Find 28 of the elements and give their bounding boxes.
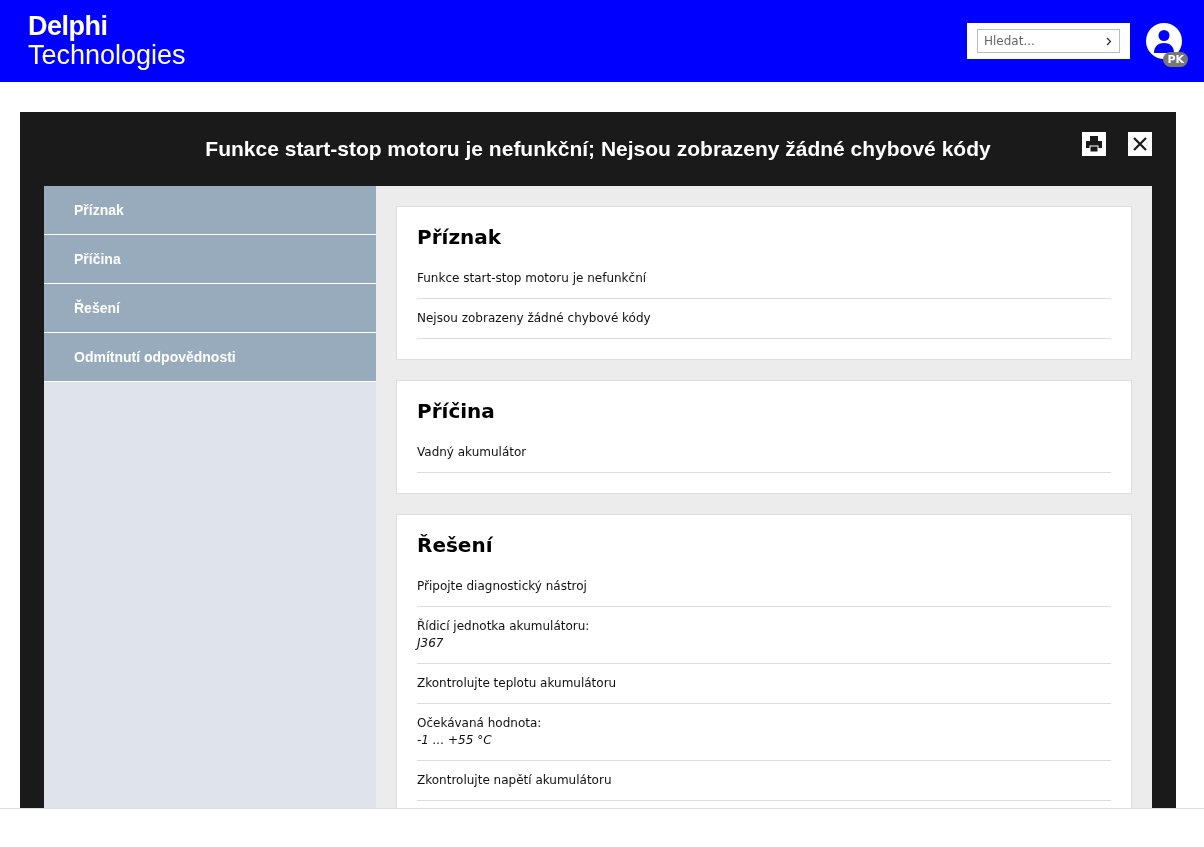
row-text: Zkontrolujte napětí akumulátoru [417,772,613,789]
row-text: Nejsou zobrazeny žádné chybové kódy [417,310,652,327]
row-text: Očekávaná hodnota: [417,715,543,732]
sidebar-item[interactable]: Příčina [44,235,376,284]
row-text: Připojte diagnostický nástroj [417,578,588,595]
logo-text: Delphi [28,13,109,40]
dialog-title: Funkce start-stop motoru je nefunkční; Nejsou zobrazeny žádné chybové kódy [205,137,991,161]
printer-icon [1085,135,1103,153]
row-value: J367 [417,635,445,652]
section-title: Příznak [417,225,503,249]
row-text: Zkontrolujte teplotu akumulátoru [417,675,618,692]
row-value: -1 ... +55 °C [417,732,493,749]
section-title: Příčina [417,399,496,423]
close-button[interactable] [1128,132,1152,156]
row-text: Funkce start-stop motoru je nefunkční [417,270,648,287]
logo-text: Technologies [28,42,186,69]
person-icon [1153,29,1175,53]
chevron-right-icon[interactable] [1106,37,1112,46]
user-initials: PK [1163,52,1188,67]
row-text: Vadný akumulátor [417,444,528,461]
row-text: Řídicí jednotka akumulátoru: [417,618,591,635]
section-title: Řešení [417,533,494,557]
sidebar-item[interactable]: Řešení [44,284,376,333]
sidebar-item[interactable]: Příznak [44,186,376,235]
close-icon [1133,137,1147,151]
print-button[interactable] [1082,132,1106,156]
search-field[interactable]: Hledat... [977,29,1120,53]
sidebar-item[interactable]: Odmítnutí odpovědnosti [44,333,376,382]
